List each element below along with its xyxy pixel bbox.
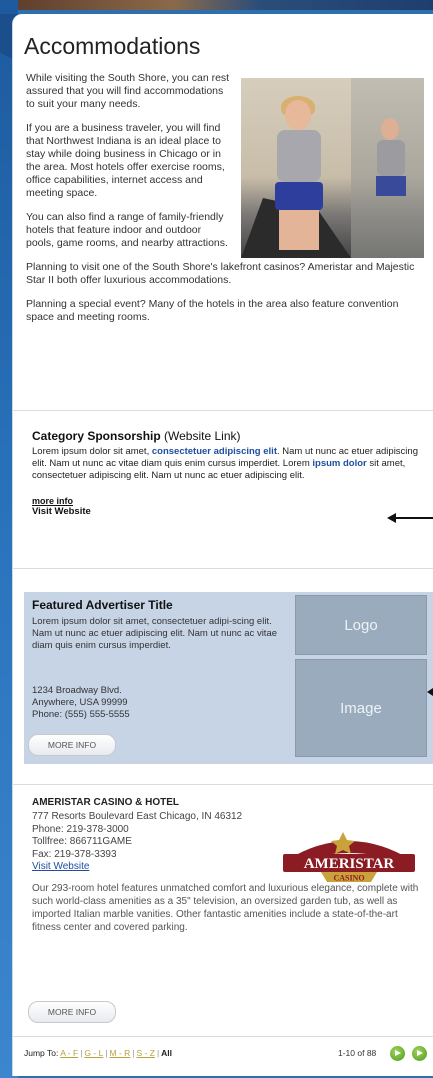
intro-paragraph-3: You can also find a range of family-frie… xyxy=(26,211,228,249)
sponsorship-note: (Website Link) xyxy=(160,429,241,443)
pointer-arrow-small-icon xyxy=(427,688,433,696)
intro-paragraph-5: Planning a special event? Many of the ho… xyxy=(26,298,399,323)
jump-a-f[interactable]: A - F xyxy=(60,1048,78,1058)
intro-paragraph-4: Planning to visit one of the South Shore… xyxy=(26,261,415,286)
listing-description: Our 293-room hotel features unmatched co… xyxy=(32,882,419,933)
featured-address: 1234 Broadway Blvd. Anywhere, USA 99999 … xyxy=(32,685,284,721)
logo-subtitle: CASINO xyxy=(333,874,364,883)
sponsorship-title: Category Sponsorship (Website Link) xyxy=(32,429,241,443)
address-line-2: Anywhere, USA 99999 xyxy=(32,697,128,708)
listing-name: AMERISTAR CASINO & HOTEL xyxy=(32,797,180,808)
intro-paragraph-2: If you are a business traveler, you will… xyxy=(26,122,225,199)
result-count: 1-10 of 88 xyxy=(338,1048,377,1058)
category-sponsorship: Category Sponsorship (Website Link) Lore… xyxy=(32,429,432,517)
address-phone: Phone: (555) 555-5555 xyxy=(32,709,130,720)
header-photo-strip xyxy=(0,0,433,10)
ameristar-logo[interactable]: AMERISTAR CASINO xyxy=(279,826,419,886)
page-next-icon[interactable] xyxy=(412,1046,427,1061)
intro-paragraph-1: While visiting the South Shore, you can … xyxy=(26,72,230,110)
sponsorship-link-1[interactable]: consectetuer adipiscing elit xyxy=(152,446,277,457)
address-line-1: 1234 Broadway Blvd. xyxy=(32,685,122,696)
listing-address: 777 Resorts Boulevard East Chicago, IN 4… xyxy=(32,811,243,822)
image-placeholder: Image xyxy=(295,659,427,757)
featured-advertiser: Featured Advertiser Title Lorem ipsum do… xyxy=(24,592,433,764)
sponsorship-link-2[interactable]: ipsum dolor xyxy=(312,458,366,469)
listing-website-link[interactable]: Visit Website xyxy=(32,861,89,872)
jump-s-z[interactable]: S - Z xyxy=(137,1048,155,1058)
page-back-icon[interactable] xyxy=(390,1046,405,1061)
jump-to: Jump To: A - F | G - L | M - R | S - Z | All xyxy=(24,1048,173,1058)
pagination-bar: Jump To: A - F | G - L | M - R | S - Z | All 1-1… xyxy=(24,1046,428,1062)
page-title: Accommodations xyxy=(24,33,201,59)
sponsorship-text: Lorem ipsum dolor sit amet, consectetuer… xyxy=(32,446,418,481)
section-divider xyxy=(12,784,433,785)
pointer-arrow-icon xyxy=(387,513,433,523)
section-divider xyxy=(12,1036,433,1037)
featured-description: Lorem ipsum dolor sit amet, consectetuer… xyxy=(32,616,278,651)
jump-m-r[interactable]: M - R xyxy=(110,1048,131,1058)
jump-label: Jump To: xyxy=(24,1048,61,1058)
section-divider xyxy=(12,410,433,411)
featured-more-info-button[interactable]: MORE INFO xyxy=(28,734,116,756)
logo-placeholder: Logo xyxy=(295,595,427,655)
visit-website-link[interactable]: Visit Website xyxy=(32,506,432,517)
more-info-link[interactable]: more info xyxy=(32,496,432,506)
jump-all[interactable]: All xyxy=(161,1048,172,1058)
logo-wordmark: AMERISTAR xyxy=(304,856,395,872)
fitness-photo xyxy=(241,78,424,258)
section-divider xyxy=(12,568,433,569)
listing-more-info-button[interactable]: MORE INFO xyxy=(28,1001,116,1023)
featured-title: Featured Advertiser Title xyxy=(32,598,173,612)
jump-g-l[interactable]: G - L xyxy=(84,1048,103,1058)
